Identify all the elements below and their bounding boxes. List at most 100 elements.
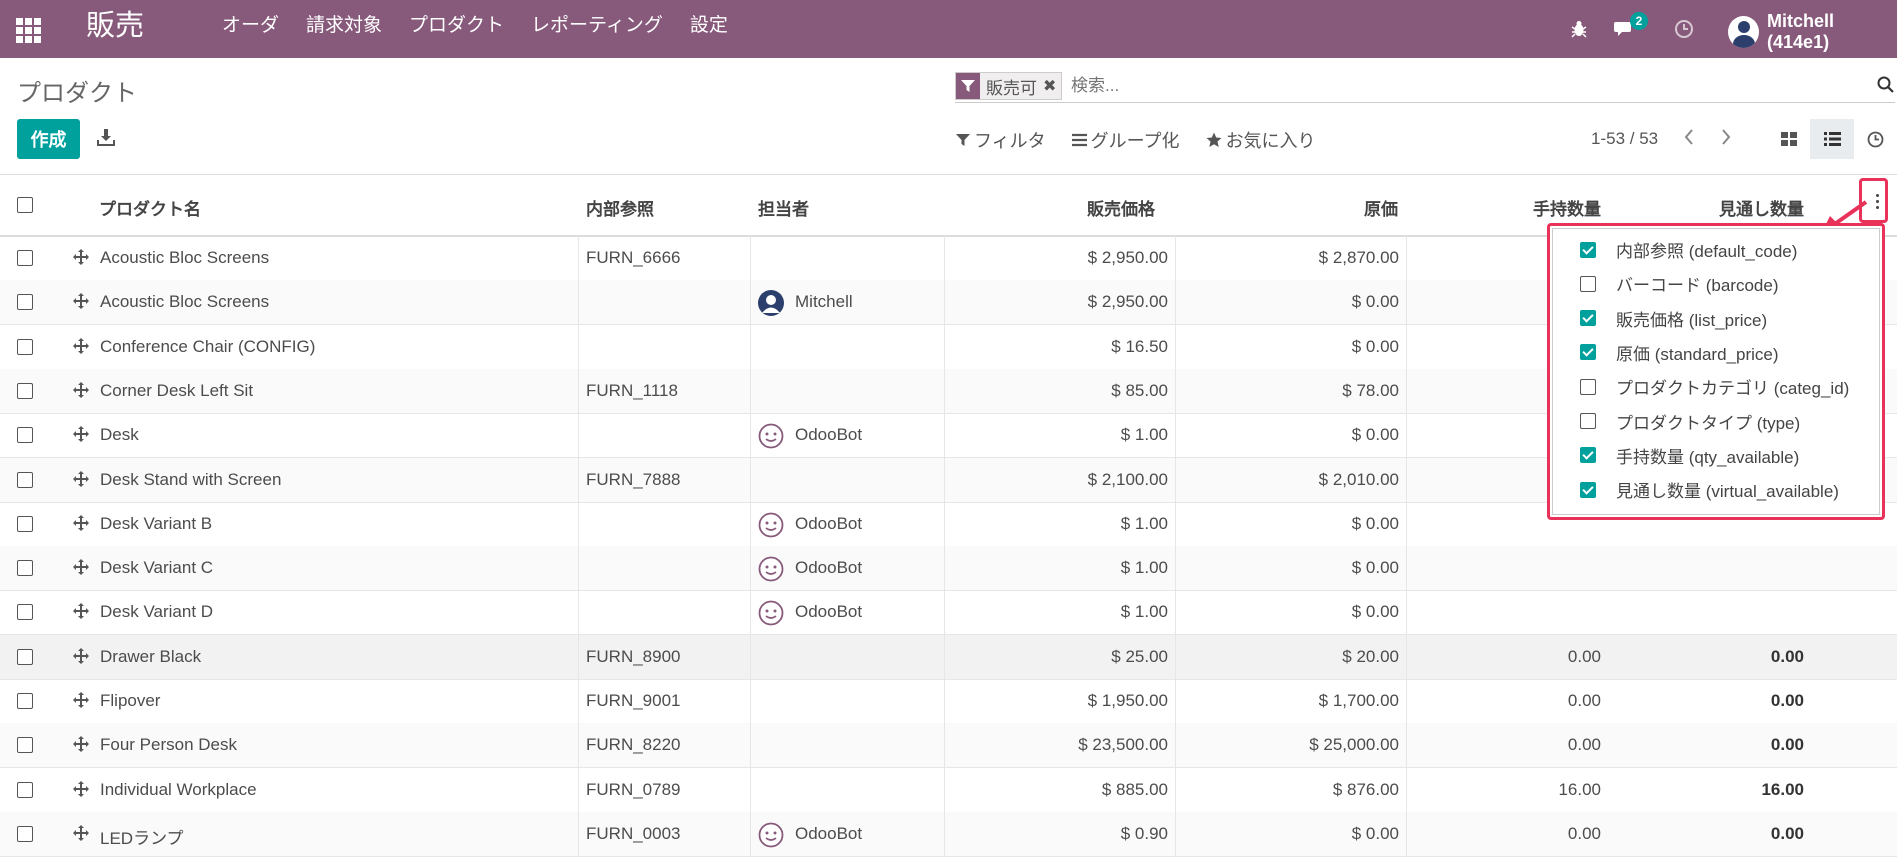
chat-icon[interactable] bbox=[1614, 0, 1634, 58]
user-menu[interactable]: Mitchell (414e1) bbox=[1728, 11, 1897, 53]
column-option[interactable]: 内部参照 (default_code) bbox=[1580, 237, 1797, 262]
column-option[interactable]: 手持数量 (qty_available) bbox=[1580, 443, 1799, 468]
table-row[interactable]: LEDランプ FURN_0003 OdooBot $ 0.90 $ 0.00 0.00 0.… bbox=[0, 811, 1897, 857]
column-option-checkbox[interactable] bbox=[1580, 344, 1596, 361]
column-divider bbox=[1406, 767, 1407, 812]
menu-settings[interactable]: 設定 bbox=[690, 14, 728, 38]
column-option-checkbox[interactable] bbox=[1580, 481, 1596, 498]
column-header-qty-available[interactable]: 手持数量 bbox=[1450, 195, 1601, 220]
column-option[interactable]: 販売価格 (list_price) bbox=[1580, 306, 1767, 331]
menu-orders[interactable]: オーダ bbox=[222, 14, 279, 38]
create-button[interactable]: 作成 bbox=[17, 119, 80, 159]
move-handle-icon[interactable] bbox=[72, 337, 90, 360]
column-divider bbox=[750, 723, 751, 768]
list-price: $ 2,950.00 bbox=[1087, 292, 1168, 312]
activity-icon[interactable] bbox=[1853, 119, 1897, 159]
bug-icon[interactable] bbox=[1570, 0, 1588, 58]
search-icon[interactable] bbox=[1877, 76, 1895, 99]
row-checkbox[interactable] bbox=[17, 604, 33, 621]
table-row[interactable]: Drawer Black FURN_8900 $ 25.00 $ 20.00 0.00 0… bbox=[0, 634, 1897, 680]
move-handle-icon[interactable] bbox=[72, 514, 90, 537]
favorites-dropdown[interactable]: お気に入り bbox=[1206, 127, 1316, 153]
list-view-icon[interactable] bbox=[1810, 119, 1854, 159]
column-header-responsible[interactable]: 担当者 bbox=[758, 195, 809, 220]
row-checkbox[interactable] bbox=[17, 515, 33, 532]
product-name: Acoustic Bloc Screens bbox=[100, 248, 270, 267]
column-header-virtual-available[interactable]: 見通し数量 bbox=[1620, 195, 1804, 220]
virtual-available: 16.00 bbox=[1761, 779, 1804, 799]
move-handle-icon[interactable] bbox=[72, 602, 90, 625]
chevron-left-icon[interactable] bbox=[1683, 128, 1695, 151]
column-option[interactable]: 見通し数量 (virtual_available) bbox=[1580, 477, 1839, 502]
table-row[interactable]: Four Person Desk FURN_8220 $ 23,500.00 $ 25… bbox=[0, 723, 1897, 769]
column-option[interactable]: プロダクトタイプ (type) bbox=[1580, 409, 1800, 434]
column-option-checkbox[interactable] bbox=[1580, 413, 1596, 429]
row-checkbox[interactable] bbox=[17, 825, 33, 842]
pager-value[interactable]: 1-53 / 53 bbox=[1591, 129, 1658, 149]
table-row[interactable]: Flipover FURN_9001 $ 1,950.00 $ 1,700.00 0.0… bbox=[0, 679, 1897, 724]
download-icon[interactable] bbox=[97, 128, 115, 151]
column-option[interactable]: 原価 (standard_price) bbox=[1580, 340, 1779, 365]
move-handle-icon[interactable] bbox=[72, 470, 90, 493]
menu-to-invoice[interactable]: 請求対象 bbox=[306, 14, 382, 38]
column-option[interactable]: プロダクトカテゴリ (categ_id) bbox=[1580, 374, 1849, 399]
facet-remove-icon[interactable]: ✖ bbox=[1043, 76, 1061, 96]
column-divider bbox=[1175, 324, 1176, 369]
row-checkbox[interactable] bbox=[17, 427, 33, 444]
app-name[interactable]: 販売 bbox=[86, 8, 144, 44]
move-handle-icon[interactable] bbox=[72, 558, 90, 581]
row-checkbox[interactable] bbox=[17, 560, 33, 577]
column-divider bbox=[1175, 457, 1176, 502]
table-row[interactable]: Desk Variant C OdooBot $ 1.00 $ 0.00 bbox=[0, 546, 1897, 592]
row-checkbox[interactable] bbox=[17, 693, 33, 709]
column-option-checkbox[interactable] bbox=[1580, 447, 1596, 464]
row-checkbox[interactable] bbox=[17, 250, 33, 266]
move-handle-icon[interactable] bbox=[72, 248, 90, 271]
kanban-icon[interactable] bbox=[1767, 119, 1811, 159]
standard-price: $ 0.00 bbox=[1351, 336, 1399, 356]
page-title: プロダクト bbox=[17, 80, 137, 107]
row-checkbox[interactable] bbox=[17, 471, 33, 488]
search-input[interactable] bbox=[1069, 73, 1773, 99]
move-handle-icon[interactable] bbox=[72, 381, 90, 404]
column-option-checkbox[interactable] bbox=[1580, 241, 1596, 258]
clock-icon[interactable] bbox=[1674, 0, 1694, 58]
column-option[interactable]: バーコード (barcode) bbox=[1580, 271, 1778, 296]
column-header-default-code[interactable]: 内部参照 bbox=[586, 195, 654, 220]
column-divider bbox=[578, 590, 579, 635]
row-checkbox[interactable] bbox=[17, 648, 33, 665]
column-option-checkbox[interactable] bbox=[1580, 310, 1596, 327]
product-name: Four Person Desk bbox=[100, 735, 237, 755]
table-row[interactable]: Desk Variant D OdooBot $ 1.00 $ 0.00 bbox=[0, 590, 1897, 636]
row-checkbox[interactable] bbox=[17, 382, 33, 399]
chevron-right-icon[interactable] bbox=[1720, 128, 1732, 151]
column-header-standard-price[interactable]: 原価 bbox=[1240, 195, 1398, 220]
table-row[interactable]: Individual Workplace FURN_0789 $ 885.00 $ 8… bbox=[0, 767, 1897, 813]
group-by-dropdown[interactable]: グループ化 bbox=[1071, 127, 1180, 153]
row-checkbox[interactable] bbox=[17, 737, 33, 754]
row-checkbox[interactable] bbox=[17, 338, 33, 355]
move-handle-icon[interactable] bbox=[72, 824, 90, 847]
column-divider bbox=[1406, 280, 1407, 325]
menu-products[interactable]: プロダクト bbox=[409, 14, 504, 38]
standard-price: $ 2,870.00 bbox=[1318, 248, 1399, 267]
menu-reporting[interactable]: レポーティング bbox=[531, 14, 663, 38]
move-handle-icon[interactable] bbox=[72, 425, 90, 448]
move-handle-icon[interactable] bbox=[72, 735, 90, 758]
filter-dropdown[interactable]: フィルタ bbox=[956, 127, 1046, 153]
move-handle-icon[interactable] bbox=[72, 691, 90, 714]
row-checkbox[interactable] bbox=[17, 781, 33, 798]
move-handle-icon[interactable] bbox=[72, 292, 90, 315]
move-handle-icon[interactable] bbox=[72, 780, 90, 803]
row-checkbox[interactable] bbox=[17, 294, 33, 311]
column-header-name[interactable]: プロダクト名 bbox=[99, 195, 201, 220]
product-name: Desk Variant D bbox=[100, 602, 214, 622]
select-all-checkbox[interactable] bbox=[17, 197, 33, 213]
column-option-checkbox[interactable] bbox=[1580, 275, 1596, 292]
apps-grid-icon[interactable] bbox=[14, 14, 44, 44]
column-header-list-price[interactable]: 販売価格 bbox=[1000, 195, 1155, 220]
search-options: フィルタ グループ化 お気に入り bbox=[956, 127, 1316, 153]
move-handle-icon[interactable] bbox=[72, 647, 90, 670]
column-divider bbox=[578, 324, 579, 369]
column-option-checkbox[interactable] bbox=[1580, 378, 1596, 395]
